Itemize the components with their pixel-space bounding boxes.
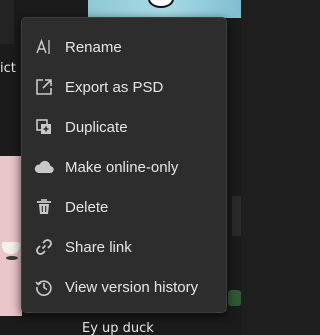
menu-item-share-link[interactable]: Share link xyxy=(22,227,226,267)
cup-shadow xyxy=(6,256,18,260)
thumbnail-top-left[interactable] xyxy=(0,0,14,44)
menu-item-view-version-history[interactable]: View version history xyxy=(22,267,226,307)
menu-item-label: Rename xyxy=(65,38,122,56)
menu-item-label: Export as PSD xyxy=(65,78,164,96)
link-icon xyxy=(33,236,55,258)
menu-item-label: View version history xyxy=(65,278,199,296)
thumbnail-cup[interactable] xyxy=(0,156,22,316)
menu-item-export-as-psd[interactable]: Export as PSD xyxy=(22,67,226,107)
thumbnail-right-bottom[interactable] xyxy=(228,290,241,306)
text-cursor-icon xyxy=(33,36,55,58)
menu-item-label: Duplicate xyxy=(65,118,128,136)
cloud-icon xyxy=(33,156,55,178)
card-title-bottom: Ey up duck xyxy=(82,321,154,335)
menu-item-label: Make online-only xyxy=(65,158,179,176)
menu-item-duplicate[interactable]: Duplicate xyxy=(22,107,226,147)
menu-item-rename[interactable]: Rename xyxy=(22,27,226,67)
history-icon xyxy=(33,276,55,298)
trash-icon xyxy=(33,196,55,218)
thumbnail-graphic xyxy=(148,0,174,8)
duplicate-icon xyxy=(33,116,55,138)
menu-item-delete[interactable]: Delete xyxy=(22,187,226,227)
menu-item-make-online-only[interactable]: Make online-only xyxy=(22,147,226,187)
cup-graphic xyxy=(2,242,20,254)
menu-item-label: Delete xyxy=(65,198,109,216)
card-title-left: ict xyxy=(0,61,16,76)
menu-item-label: Share link xyxy=(65,238,132,256)
context-menu: Rename Export as PSD Duplicate Make onli… xyxy=(21,17,227,313)
thumbnail-top-right[interactable] xyxy=(88,0,241,18)
export-icon xyxy=(33,76,55,98)
thumbnail-right-edge[interactable] xyxy=(232,196,241,236)
